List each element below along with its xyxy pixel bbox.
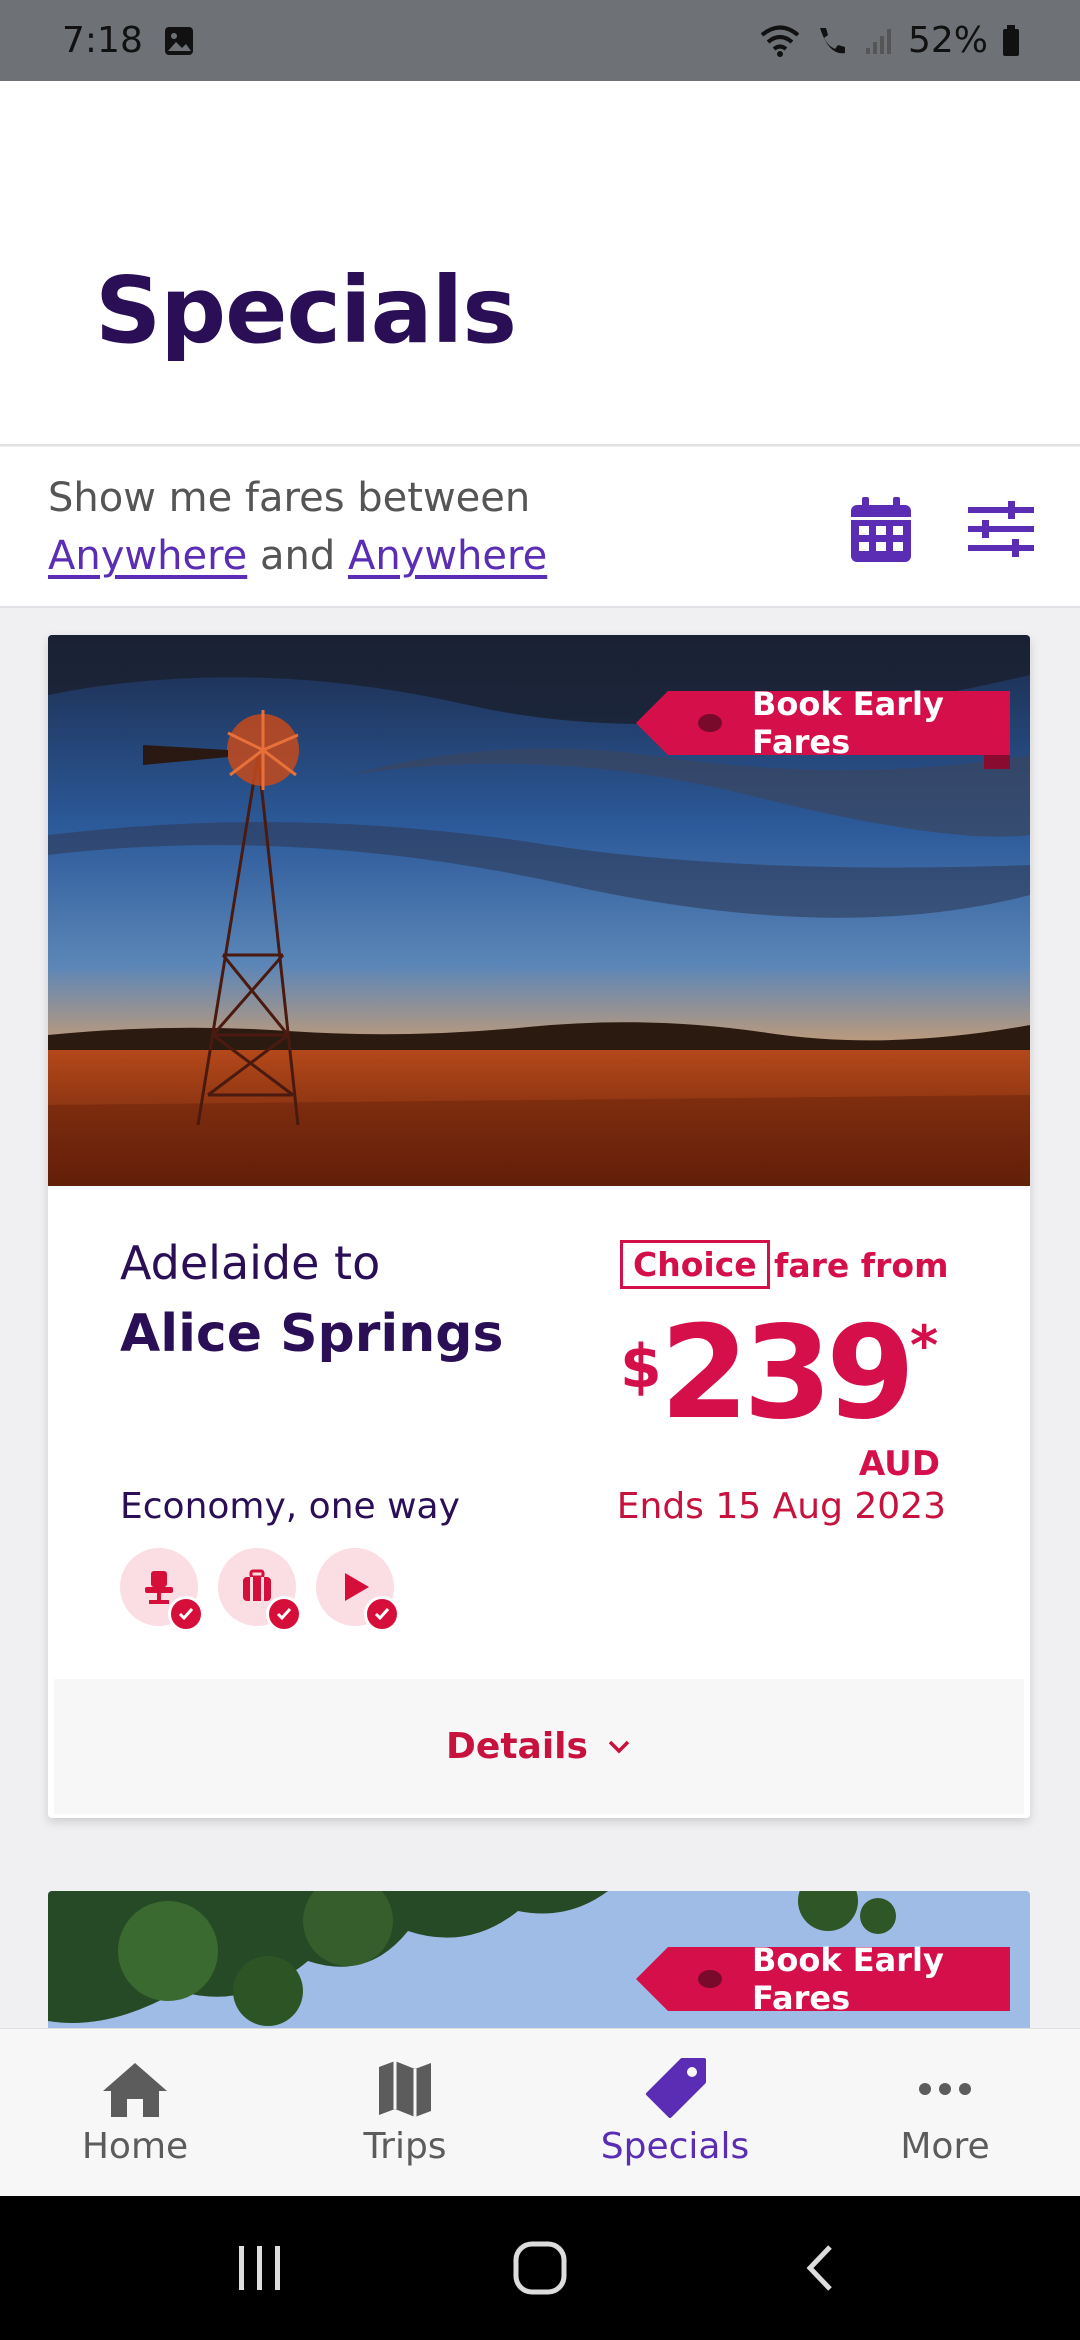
page-title: Specials [95,257,517,364]
nav-trips-label: Trips [363,2126,447,2167]
sliders-icon [968,501,1034,557]
ribbon-fold [984,755,1010,769]
bottom-navigation: Home Trips Specials More [0,2028,1080,2196]
filter-route: Anywhere and Anywhere [48,533,547,579]
included-check-icon [168,1596,204,1632]
origin-link[interactable]: Anywhere [48,533,247,579]
calendar-button[interactable] [848,495,914,565]
status-bar: 7:18 52% [0,0,1080,81]
calendar-icon [851,497,911,562]
page-header: Specials [0,81,1080,446]
nav-trips[interactable]: Trips [270,2029,540,2196]
tag-icon [642,2058,708,2120]
fare-details: Adelaide to Alice Springs Choice fare fr… [48,1186,1030,1818]
gallery-notification-icon [163,25,195,57]
nav-specials[interactable]: Specials [540,2029,810,2196]
price-footnote-marker: * [910,1314,939,1377]
nav-home[interactable]: Home [0,2029,270,2196]
home-button[interactable] [490,2228,590,2308]
details-label: Details [446,1726,588,1767]
included-check-icon [364,1596,400,1632]
special-fare-card-2[interactable]: Book Early Fares [48,1891,1030,2031]
price-currency-symbol: $ [620,1332,662,1402]
nav-more-label: More [900,2126,990,2167]
price-currency: AUD [858,1444,940,1484]
route-destination: Alice Springs [120,1304,504,1364]
fare-class: Economy, one way [120,1486,460,1527]
seat-icon [120,1548,204,1632]
tag-hole [698,1970,722,1988]
offer-end-date: Ends 15 Aug 2023 [616,1486,946,1527]
amenities-list [120,1548,400,1632]
status-time: 7:18 [62,20,143,61]
back-chevron-icon [806,2245,832,2291]
wifi-icon [760,24,800,58]
entertainment-icon [316,1548,400,1632]
nav-home-label: Home [81,2126,189,2167]
battery-icon [1002,24,1020,57]
nav-more[interactable]: More [810,2029,1080,2196]
fare-type-tag: Choice [620,1240,770,1289]
fare-filter-bar: Show me fares between Anywhere and Anywh… [0,447,1080,608]
badge-label: Book Early Fares [752,1941,944,2017]
fare-from-label: fare from [774,1246,949,1285]
home-circle-icon [513,2241,567,2295]
details-toggle-button[interactable]: Details [54,1679,1024,1814]
battery-percent: 52% [907,20,988,61]
back-button[interactable] [770,2228,870,2308]
recent-apps-icon [239,2246,280,2290]
tag-hole [698,714,722,732]
recent-apps-button[interactable] [210,2228,310,2308]
included-check-icon [266,1596,302,1632]
chevron-down-icon [608,1740,630,1753]
badge-label: Book Early Fares [752,685,944,761]
price-amount: 239 [660,1299,915,1448]
baggage-icon [218,1548,302,1632]
special-fare-card[interactable]: Book Early Fares Adelaide to Alice Sprin… [48,635,1030,1818]
signal-icon [864,26,894,56]
book-early-fares-badge: Book Early Fares [636,1941,1010,2017]
wifi-call-icon [814,24,850,58]
route-origin: Adelaide to [120,1236,381,1290]
nav-specials-label: Specials [600,2126,750,2167]
filter-connector: and [259,533,336,579]
filter-label: Show me fares between [48,475,531,521]
more-icon [917,2058,973,2120]
map-icon [377,2058,433,2120]
system-navigation-bar [0,2196,1080,2340]
filter-settings-button[interactable] [966,499,1036,559]
book-early-fares-badge: Book Early Fares [636,685,1010,769]
destination-link[interactable]: Anywhere [348,533,547,579]
home-icon [99,2058,171,2120]
